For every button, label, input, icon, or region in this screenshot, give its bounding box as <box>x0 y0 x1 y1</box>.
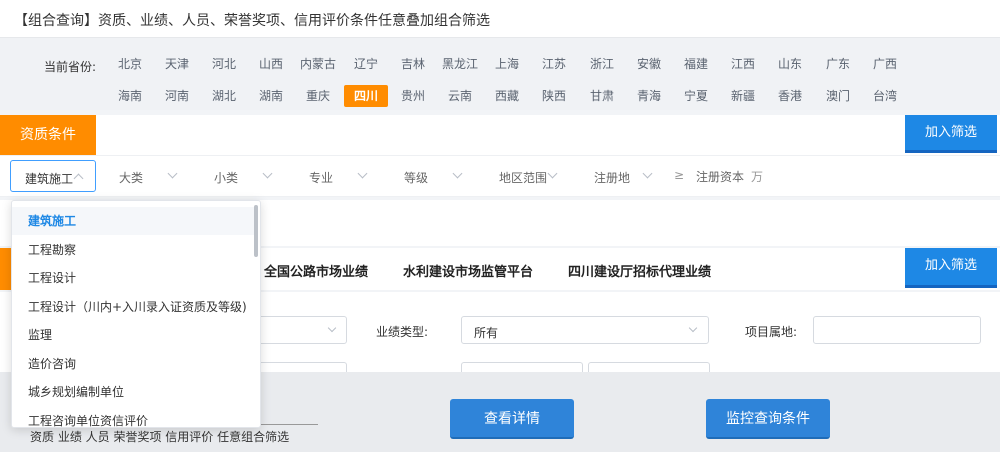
province-selector: 当前省份: 北京 天津 河北 山西 内蒙古 辽宁 吉林 黑龙江 上海 江苏 浙江 安徽 福建 江西 山东 广东… <box>0 38 1000 110</box>
province-row2-11[interactable]: 青海 <box>627 85 671 107</box>
specialty-select[interactable]: 专业 <box>295 160 381 192</box>
major-category-select[interactable]: 大类 <box>105 160 191 192</box>
chevron-down-icon <box>452 168 463 179</box>
province-row1-2[interactable]: 河北 <box>202 53 246 75</box>
specialty-select-label: 专业 <box>309 171 334 185</box>
province-row1-13[interactable]: 江西 <box>721 53 765 75</box>
chevron-down-icon <box>688 323 698 333</box>
registration-place-select-label: 注册地 <box>594 171 631 185</box>
dropdown-option[interactable]: 城乡规划编制单位 <box>12 378 256 406</box>
province-row1-16[interactable]: 广西 <box>863 53 907 75</box>
province-row1-4[interactable]: 内蒙古 <box>296 53 340 75</box>
dropdown-option[interactable]: 建筑施工 <box>12 207 256 235</box>
province-row2-8[interactable]: 西藏 <box>485 85 529 107</box>
province-row1-3[interactable]: 山西 <box>249 53 293 75</box>
province-row2-9[interactable]: 陕西 <box>532 85 576 107</box>
province-row2-5[interactable]: 四川 <box>344 85 388 107</box>
province-row1-12[interactable]: 福建 <box>674 53 718 75</box>
province-row2-14[interactable]: 香港 <box>768 85 812 107</box>
dropdown-option[interactable]: 造价咨询 <box>12 350 256 378</box>
province-row1-9[interactable]: 江苏 <box>532 53 576 75</box>
add-performance-filter-button[interactable]: 加入筛选 <box>905 248 997 288</box>
province-row2-12[interactable]: 宁夏 <box>674 85 718 107</box>
project-location-input[interactable] <box>813 316 981 344</box>
greater-equal-symbol: ≥ <box>674 168 685 182</box>
province-row2-10[interactable]: 甘肃 <box>580 85 624 107</box>
registration-place-select[interactable]: 注册地 <box>580 160 666 192</box>
qualification-tag: 资质条件 <box>0 115 96 155</box>
performance-type-select[interactable]: 所有 <box>461 316 709 344</box>
dropdown-option[interactable]: 工程设计 <box>12 264 256 292</box>
grade-select-label: 等级 <box>404 171 429 185</box>
province-row1-15[interactable]: 广东 <box>816 53 860 75</box>
chevron-down-icon <box>547 168 558 179</box>
chevron-down-icon <box>642 168 653 179</box>
minor-category-select[interactable]: 小类 <box>200 160 286 192</box>
major-category-select-label: 大类 <box>119 171 144 185</box>
dropdown-option[interactable]: 工程勘察 <box>12 236 256 264</box>
province-row1-14[interactable]: 山东 <box>768 53 812 75</box>
region-scope-select[interactable]: 地区范围 <box>485 160 571 192</box>
grade-select[interactable]: 等级 <box>390 160 476 192</box>
province-row1-11[interactable]: 安徽 <box>627 53 671 75</box>
province-row2-3[interactable]: 湖南 <box>249 85 293 107</box>
province-row2-2[interactable]: 湖北 <box>202 85 246 107</box>
province-row2-13[interactable]: 新疆 <box>721 85 765 107</box>
chevron-down-icon <box>357 168 368 179</box>
dropdown-option[interactable]: 工程设计（川内+入川录入证资质及等级) <box>12 293 256 321</box>
dropdown-option[interactable]: 监理 <box>12 321 256 349</box>
construction-type-select-label: 建筑施工 <box>25 172 74 186</box>
construction-type-select[interactable]: 建筑施工 <box>10 160 96 192</box>
chevron-down-icon <box>262 168 273 179</box>
province-row2-4[interactable]: 重庆 <box>296 85 340 107</box>
project-location-label: 项目属地: <box>745 325 798 339</box>
monitor-query-button[interactable]: 监控查询条件 <box>706 399 830 439</box>
province-row1-8[interactable]: 上海 <box>485 53 529 75</box>
province-row1-7[interactable]: 黑龙江 <box>438 53 482 75</box>
capital-unit: 万 <box>751 170 764 184</box>
registered-capital-label[interactable]: 注册资本 <box>696 168 744 185</box>
add-qualification-filter-button[interactable]: 加入筛选 <box>905 115 997 153</box>
chevron-down-icon <box>327 323 337 333</box>
dropdown-option[interactable]: 工程咨询单位资信评价 <box>12 407 256 428</box>
construction-type-dropdown: 建筑施工 工程勘察 工程设计 工程设计（川内+入川录入证资质及等级) 监理 造价咨询 城乡规… <box>11 200 261 428</box>
province-row1-6[interactable]: 吉林 <box>391 53 435 75</box>
chevron-down-icon <box>167 168 178 179</box>
minor-category-select-label: 小类 <box>214 171 239 185</box>
qualification-bar: 资质条件 加入筛选 <box>0 115 1000 155</box>
title-bar: 【组合查询】资质、业绩、人员、荣誉奖项、信用评价条件任意叠加组合筛选 <box>0 0 1000 38</box>
province-row2-15[interactable]: 澳门 <box>816 85 860 107</box>
province-label: 当前省份: <box>44 60 97 74</box>
dropdown-scrollbar[interactable] <box>254 205 258 257</box>
province-row2-7[interactable]: 云南 <box>438 85 482 107</box>
tab-water-conservancy[interactable]: 水利建设市场监管平台 <box>403 261 533 280</box>
chevron-up-icon <box>73 173 84 184</box>
province-row1-10[interactable]: 浙江 <box>580 53 624 75</box>
tab-national-highway[interactable]: 全国公路市场业绩 <box>264 261 368 280</box>
province-row1-5[interactable]: 辽宁 <box>344 53 388 75</box>
tab-sichuan-bidding-agency[interactable]: 四川建设厅招标代理业绩 <box>568 261 711 280</box>
region-scope-select-label: 地区范围 <box>499 171 548 185</box>
province-row2-16[interactable]: 台湾 <box>863 85 907 107</box>
qualification-filter-row: ≥ 注册资本 万 建筑施工 大类 小类 专业 等级 地区范围 注册地 <box>0 155 1000 197</box>
province-row2-0[interactable]: 海南 <box>108 85 152 107</box>
page-title: 【组合查询】资质、业绩、人员、荣誉奖项、信用评价条件任意叠加组合筛选 <box>14 13 490 29</box>
performance-type-label: 业绩类型: <box>376 325 429 339</box>
province-row1-1[interactable]: 天津 <box>155 53 199 75</box>
province-row1-0[interactable]: 北京 <box>108 53 152 75</box>
performance-type-value: 所有 <box>474 326 499 340</box>
province-row2-1[interactable]: 河南 <box>155 85 199 107</box>
bottom-note: 资质 业绩 人员 荣誉奖项 信用评价 任意组合筛选 <box>30 430 290 444</box>
province-row2-6[interactable]: 贵州 <box>391 85 435 107</box>
view-details-button[interactable]: 查看详情 <box>450 399 574 439</box>
